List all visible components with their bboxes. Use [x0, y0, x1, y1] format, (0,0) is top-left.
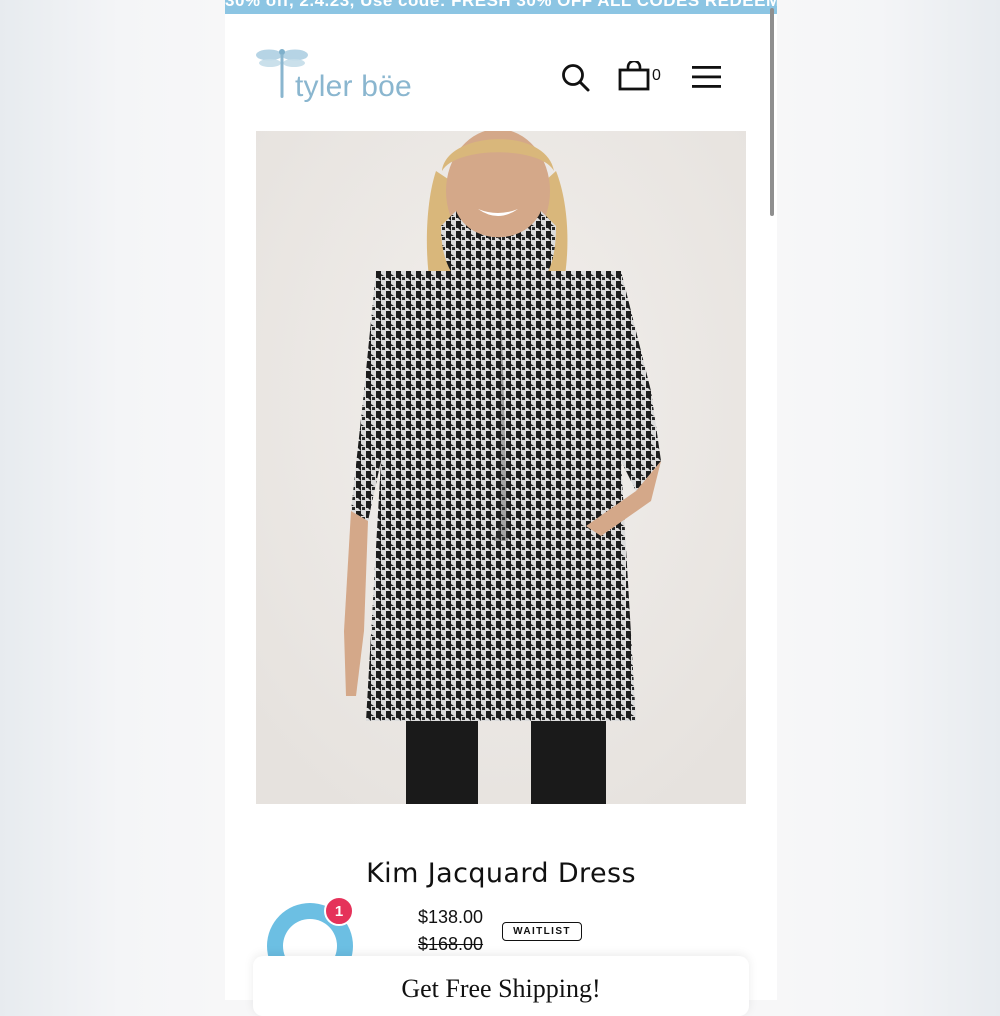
search-icon[interactable]: [561, 63, 591, 93]
product-title: Kim Jacquard Dress: [366, 858, 636, 889]
free-shipping-banner[interactable]: Get Free Shipping!: [253, 956, 749, 1016]
waitlist-badge: WAITLIST: [502, 922, 582, 941]
sale-price: $138.00: [418, 907, 484, 927]
cart-count: 0: [652, 67, 661, 84]
scrollbar[interactable]: [770, 8, 774, 216]
model-in-dress-illustration: [256, 131, 746, 804]
promo-text: 30% off, 2.4.23, Use code: FRESH 30% OFF…: [225, 0, 777, 10]
logo-text: tyler böe: [295, 70, 412, 103]
original-price: $168.00: [418, 934, 484, 954]
shopping-bag-icon[interactable]: [618, 61, 650, 91]
promo-banner[interactable]: 30% off, 2.4.23, Use code: FRESH 30% OFF…: [225, 0, 777, 14]
chat-notification-badge: 1: [324, 896, 354, 926]
brand-logo[interactable]: tyler böe: [255, 44, 425, 108]
product-image[interactable]: [256, 131, 746, 804]
hamburger-menu-icon[interactable]: [692, 65, 722, 89]
phone-screen: 30% off, 2.4.23, Use code: FRESH 30% OFF…: [225, 0, 777, 1000]
